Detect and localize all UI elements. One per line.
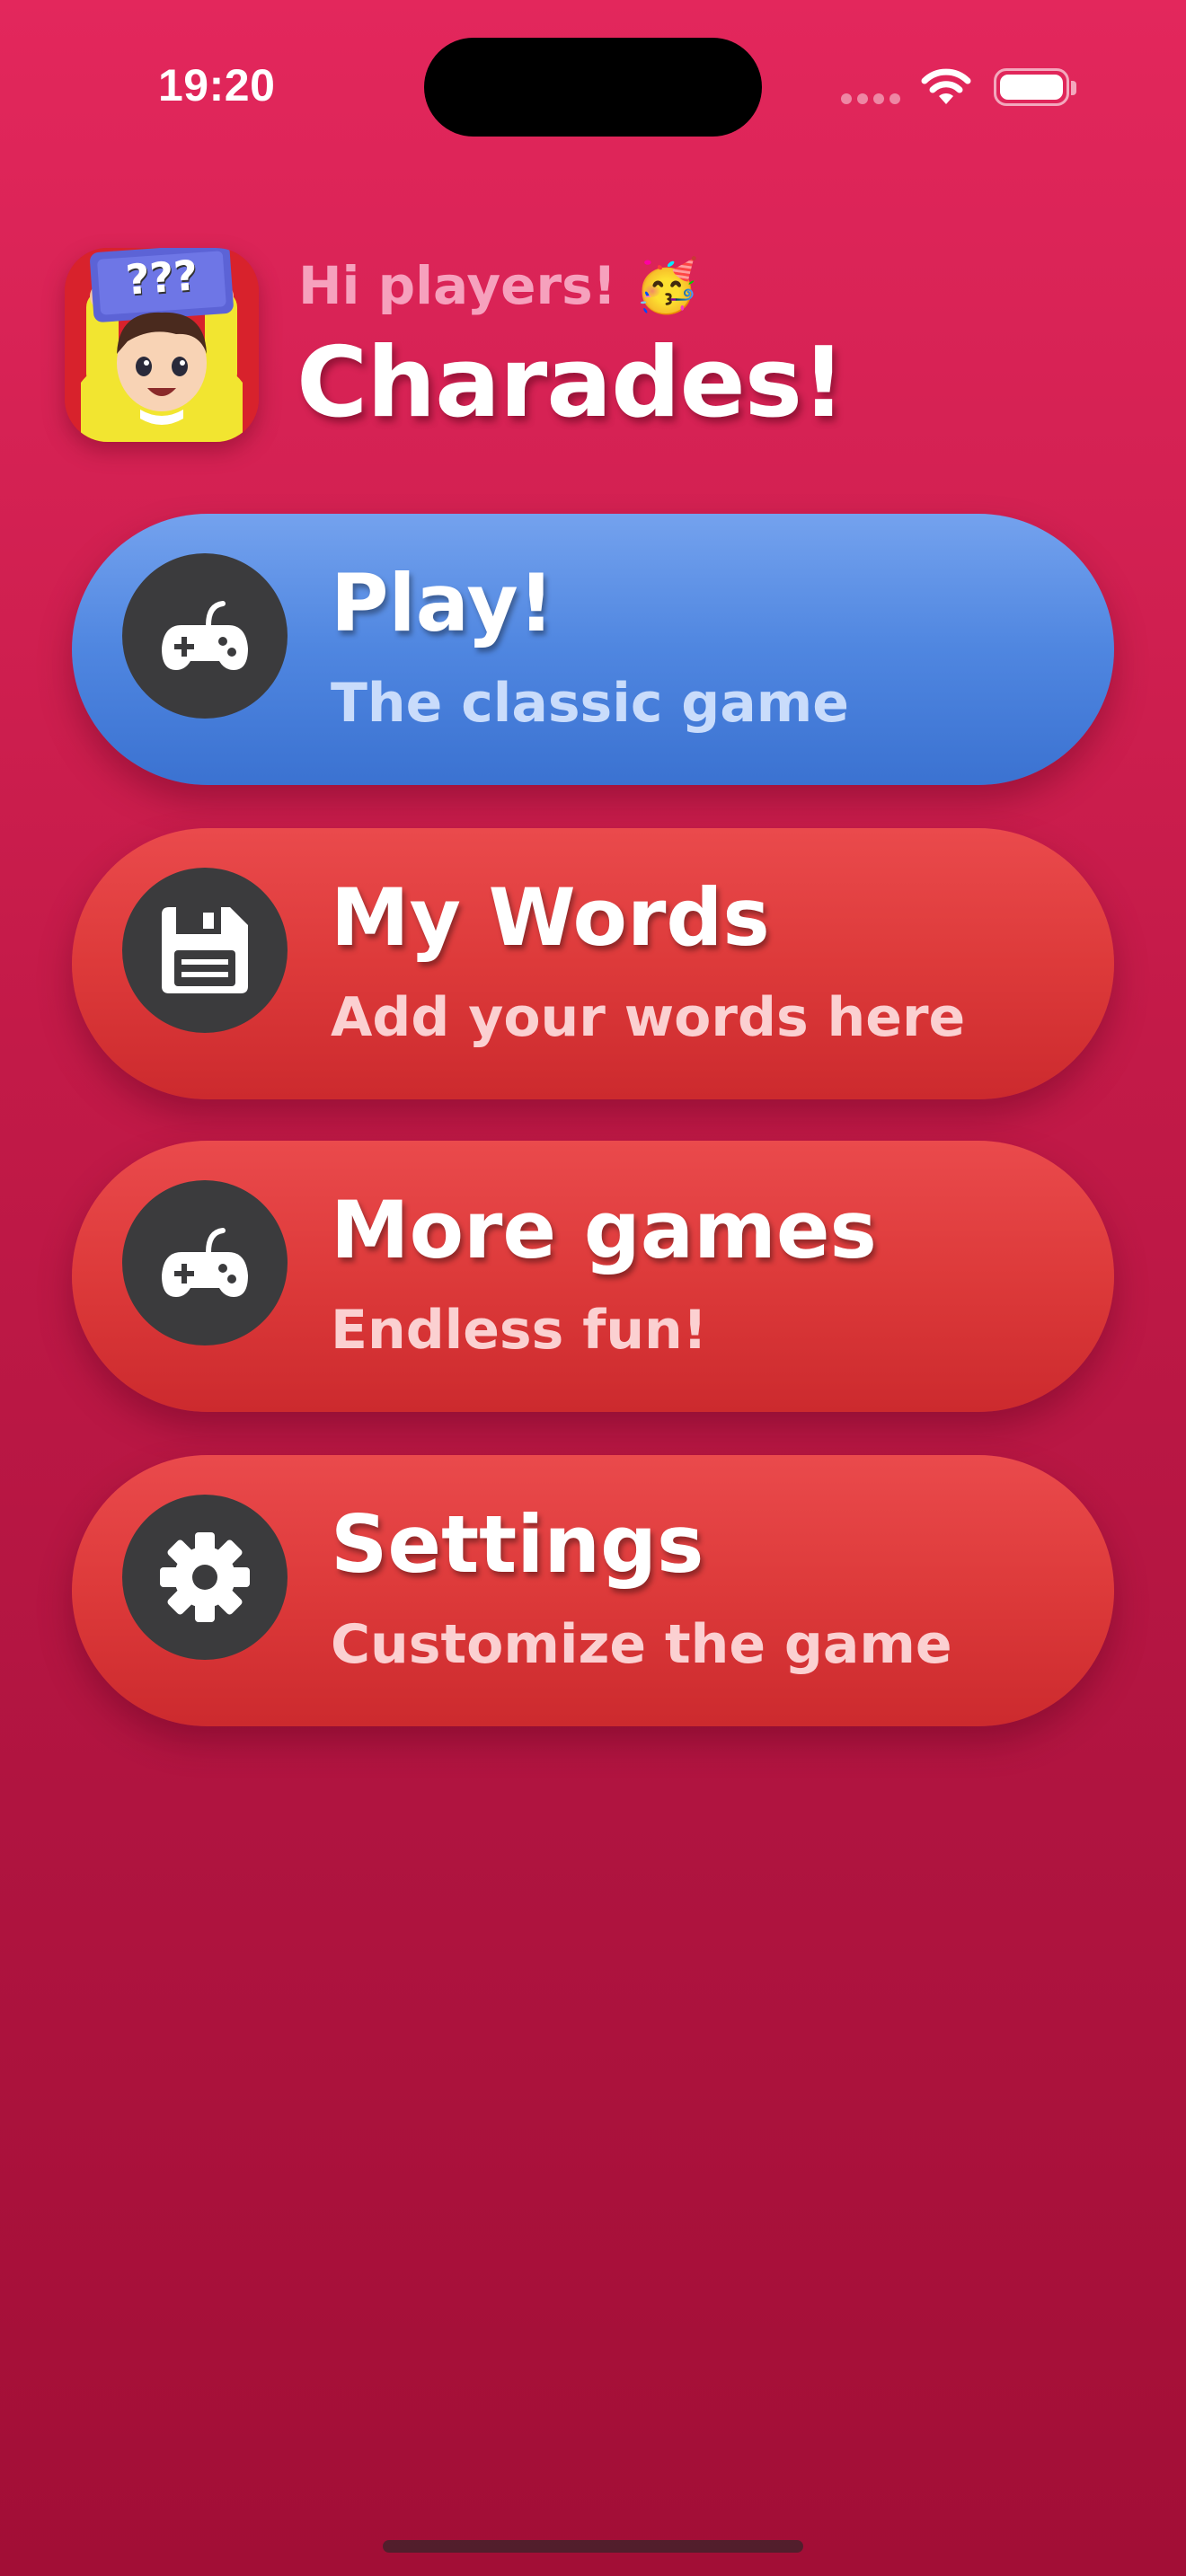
battery-icon: [994, 68, 1069, 106]
logo-question-marks: ???: [124, 251, 199, 304]
home-indicator[interactable]: [383, 2540, 803, 2553]
my-words-title: My Words: [331, 871, 770, 964]
play-title: Play!: [331, 557, 554, 649]
play-button[interactable]: Play! The classic game: [72, 514, 1114, 785]
more-games-icon-circle: [122, 1180, 288, 1345]
settings-subtitle: Customize the game: [331, 1613, 952, 1676]
app-logo: ???: [65, 248, 259, 442]
gamepad-icon: [162, 601, 248, 670]
status-time: 19:20: [158, 60, 276, 110]
more-games-button[interactable]: More games Endless fun!: [72, 1141, 1114, 1412]
battery-tip: [1071, 81, 1076, 95]
greeting-text: Hi players! 🥳: [298, 255, 700, 316]
play-icon-circle: [122, 553, 288, 719]
dynamic-island: [424, 38, 762, 137]
more-games-subtitle: Endless fun!: [331, 1299, 708, 1362]
my-words-subtitle: Add your words here: [331, 986, 966, 1049]
settings-button[interactable]: Settings Customize the game: [72, 1455, 1114, 1726]
settings-title: Settings: [331, 1498, 704, 1591]
wifi-icon: [921, 68, 971, 104]
gear-icon: [160, 1532, 250, 1622]
settings-icon-circle: [122, 1495, 288, 1660]
my-words-button[interactable]: My Words Add your words here: [72, 828, 1114, 1099]
cellular-signal-icon: [841, 93, 902, 106]
floppy-disk-icon: [162, 907, 248, 993]
more-games-title: More games: [331, 1184, 877, 1276]
my-words-icon-circle: [122, 868, 288, 1033]
gamepad-icon: [162, 1228, 248, 1297]
play-subtitle: The classic game: [331, 672, 849, 735]
page-title: Charades!: [296, 327, 845, 439]
